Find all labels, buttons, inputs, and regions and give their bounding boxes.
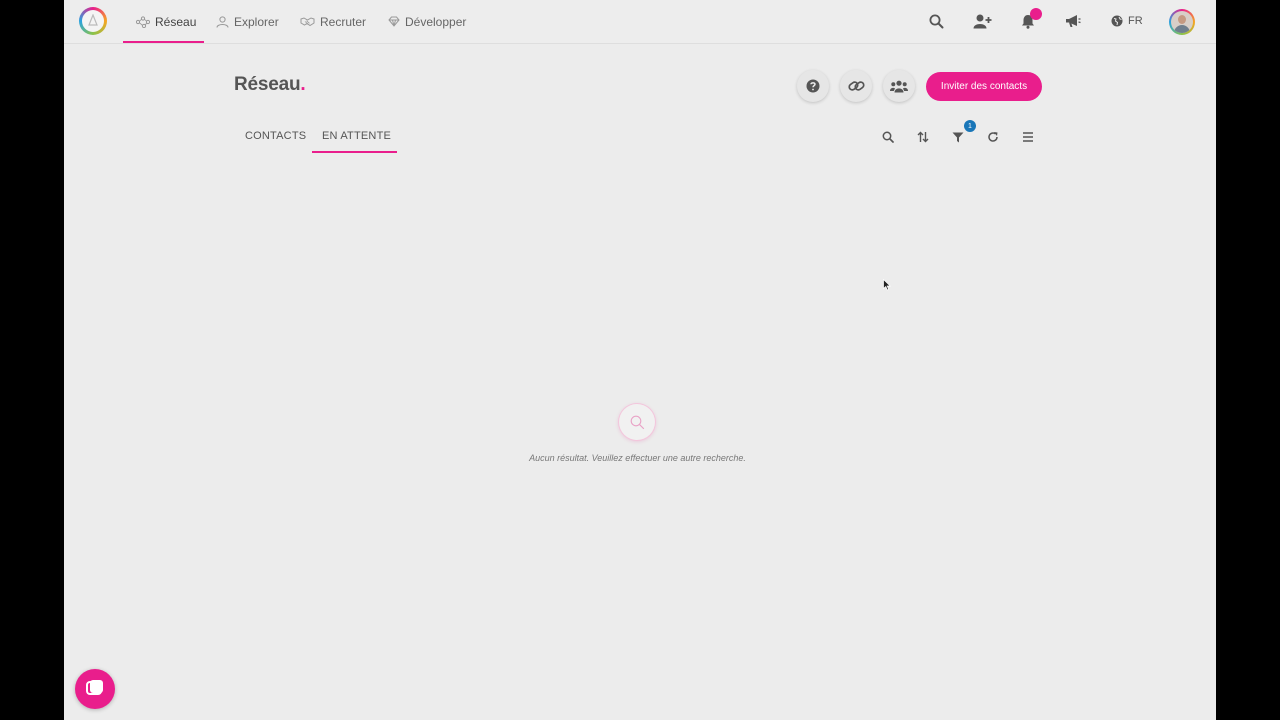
avatar-head [1178,15,1186,24]
nav-item-label: Explorer [234,14,279,29]
share-link-button[interactable] [840,70,872,102]
tab-contacts[interactable]: CONTACTS [245,130,306,142]
logo-mark-icon [88,14,98,26]
chat-button[interactable] [75,669,115,709]
nav-item-developper[interactable]: Développer [388,0,466,43]
filter-count-badge: 1 [964,120,976,132]
invite-contacts-button[interactable]: Inviter des contacts [926,72,1042,101]
tab-en-attente[interactable]: EN ATTENTE [322,130,391,142]
search-icon [929,14,943,28]
avatar-photo [1171,11,1193,33]
page-title-text: Réseau [234,74,301,95]
hamburger-menu-icon [1023,132,1033,142]
nav-item-explorer[interactable]: Explorer [216,0,279,43]
list-search-button[interactable] [880,129,896,145]
nav-item-recruter[interactable]: Recruter [300,0,366,43]
nav-item-label: Réseau [155,14,197,29]
globe-icon [1111,15,1123,27]
groups-button[interactable] [883,70,915,102]
language-label: FR [1128,15,1143,27]
filter-icon [952,132,964,142]
search-icon [882,131,894,143]
sort-button[interactable] [915,129,931,145]
app-logo[interactable] [79,7,107,35]
avatar-body [1174,25,1190,33]
refresh-icon [988,132,998,142]
help-button[interactable] [797,70,829,102]
empty-state-icon-wrapper [619,404,655,440]
nav-item-reseau[interactable]: Réseau [136,0,196,43]
network-icon [136,15,150,28]
nav-item-label: Développer [405,14,467,29]
link-icon [847,81,865,91]
nav-active-indicator [123,41,204,43]
notification-badge [1030,8,1042,20]
user-outline-icon [216,15,229,28]
diamond-icon [388,16,400,27]
users-group-icon [890,80,908,92]
menu-button[interactable] [1020,129,1036,145]
nav-item-label: Recruter [320,14,367,29]
refresh-button[interactable] [985,129,1001,145]
filter-button[interactable] [950,129,966,145]
announcements-button[interactable] [1063,11,1083,31]
chat-bubble-icon [86,680,103,695]
handshake-icon [300,17,315,27]
mouse-cursor-icon [883,279,891,291]
tab-active-indicator [312,151,397,153]
user-avatar[interactable] [1169,9,1195,35]
page-title: Réseau. [234,74,306,96]
app-window: Réseau Explorer Recruter Développer FR R… [64,0,1216,720]
megaphone-icon [1066,15,1081,27]
language-selector[interactable]: FR [1111,12,1143,30]
add-contact-button[interactable] [972,11,992,31]
question-icon [806,79,820,93]
page-title-dot: . [300,74,306,95]
top-navigation-bar: Réseau Explorer Recruter Développer FR [64,0,1216,44]
user-plus-icon [973,14,991,28]
search-button[interactable] [926,11,946,31]
search-icon [630,415,644,429]
empty-state-message: Aucun résultat. Veuillez effectuer une a… [529,453,746,463]
sort-icon [917,131,929,143]
